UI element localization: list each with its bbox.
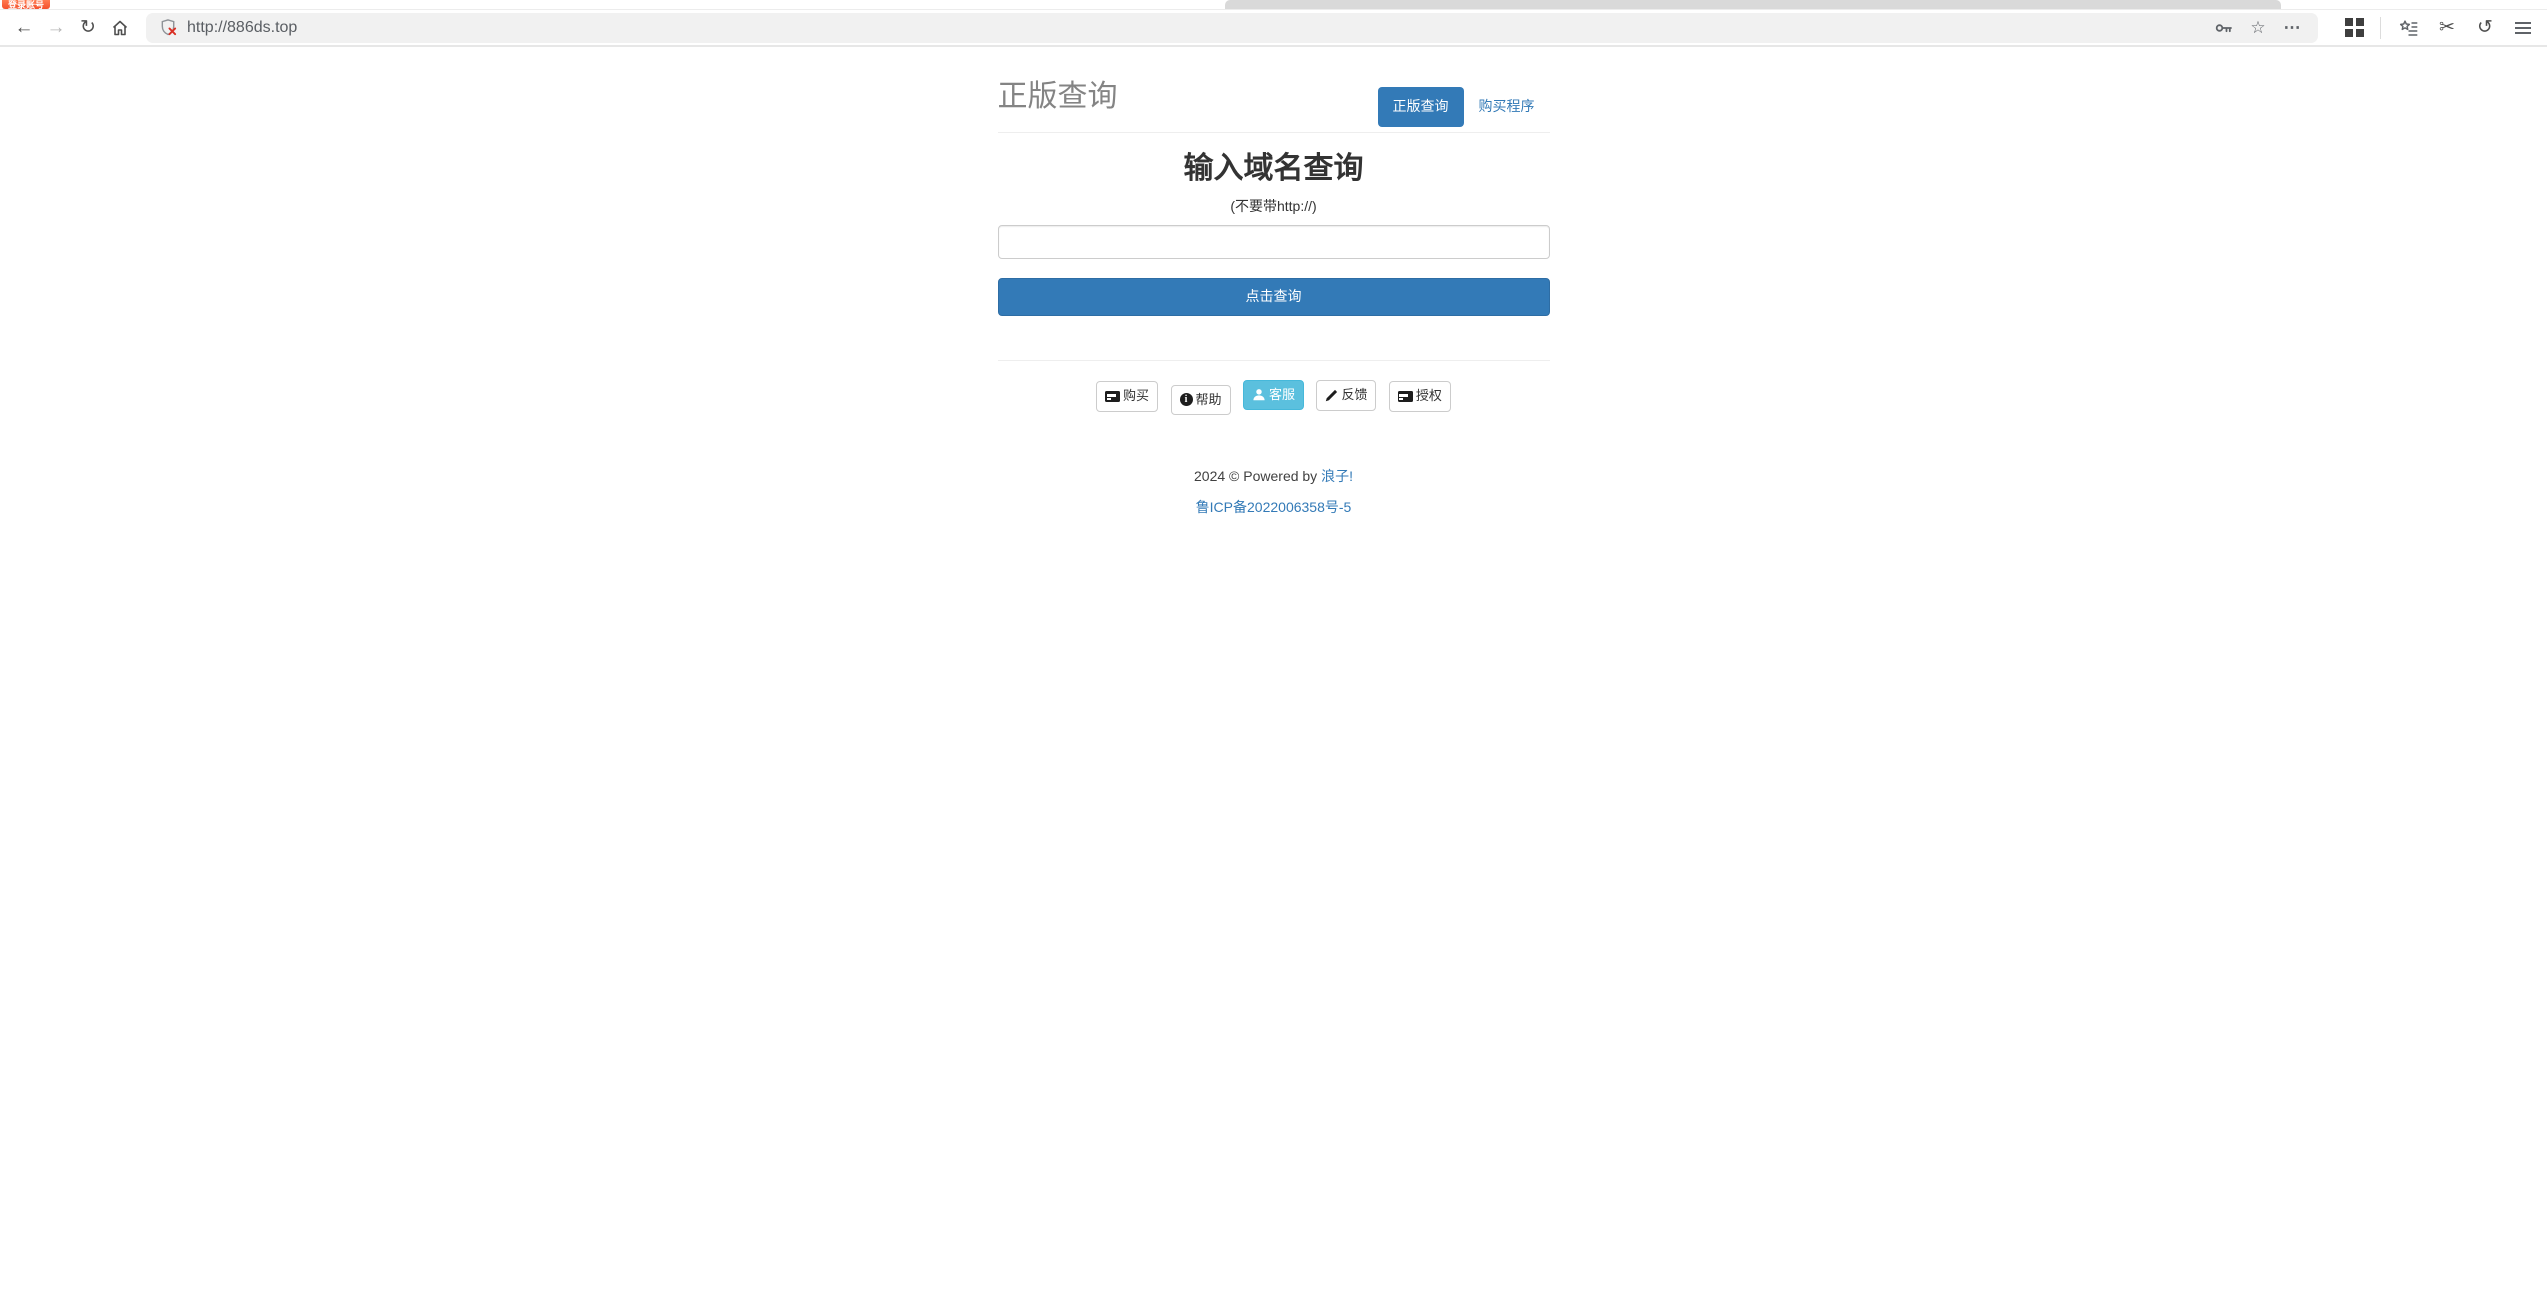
forward-icon[interactable]: → bbox=[40, 13, 72, 43]
security-shield-icon[interactable] bbox=[159, 18, 178, 37]
refresh-icon[interactable]: ↻ bbox=[72, 13, 104, 43]
more-options-icon[interactable]: ⋯ bbox=[2279, 15, 2305, 41]
action-button-row: 购买 i 帮助 客服 bbox=[998, 380, 1550, 415]
apps-grid-icon[interactable] bbox=[2338, 13, 2370, 43]
buy-button-label: 购买 bbox=[1123, 387, 1149, 405]
feedback-button[interactable]: 反馈 bbox=[1316, 380, 1376, 410]
page-viewport: 正版查询 正版查询 购买程序 输入域名查询 (不要带http://) 点击查询 … bbox=[0, 47, 2547, 1314]
browser-toolbar: ← → ↻ http://886ds.top ☆ ⋯ bbox=[0, 9, 2547, 47]
content-container: 正版查询 正版查询 购买程序 输入域名查询 (不要带http://) 点击查询 … bbox=[998, 47, 1550, 517]
back-icon[interactable]: ← bbox=[8, 13, 40, 43]
undo-history-icon[interactable]: ↺ bbox=[2469, 13, 2501, 43]
author-link[interactable]: 浪子! bbox=[1321, 468, 1353, 484]
icp-link[interactable]: 鲁ICP备2022006358号-5 bbox=[1196, 499, 1352, 515]
authorize-button[interactable]: 授权 bbox=[1389, 381, 1451, 411]
browser-tab-strip: 登录账号 bbox=[0, 0, 2547, 9]
page-title: 正版查询 bbox=[998, 71, 1118, 115]
feedback-button-label: 反馈 bbox=[1341, 386, 1367, 404]
home-icon[interactable] bbox=[104, 13, 136, 43]
menu-hamburger-icon[interactable] bbox=[2507, 13, 2539, 43]
icp-line: 鲁ICP备2022006358号-5 bbox=[998, 497, 1550, 517]
tab-genuine-query[interactable]: 正版查询 bbox=[1378, 87, 1464, 127]
apps-grid-glyph bbox=[2345, 18, 2364, 37]
bookmark-star-icon[interactable]: ☆ bbox=[2245, 15, 2271, 41]
page-header: 正版查询 正版查询 购买程序 bbox=[998, 71, 1550, 133]
page-footer: 2024 © Powered by 浪子! 鲁ICP备2022006358号-5 bbox=[998, 466, 1550, 517]
domain-input[interactable] bbox=[998, 225, 1550, 259]
help-button-label: 帮助 bbox=[1196, 391, 1222, 409]
url-bar[interactable]: http://886ds.top ☆ ⋯ bbox=[146, 13, 2318, 43]
query-submit-button[interactable]: 点击查询 bbox=[998, 278, 1550, 316]
copyright-text: 2024 © Powered by bbox=[1194, 468, 1321, 484]
password-key-icon[interactable] bbox=[2211, 15, 2237, 41]
toolbar-divider bbox=[2380, 17, 2381, 39]
authorize-button-label: 授权 bbox=[1416, 387, 1442, 405]
inactive-tab-strip bbox=[1225, 0, 2281, 9]
help-button[interactable]: i 帮助 bbox=[1171, 385, 1231, 415]
reading-list-icon[interactable] bbox=[2393, 13, 2425, 43]
screenshot-scissors-icon[interactable]: ✂ bbox=[2431, 13, 2463, 43]
query-heading: 输入域名查询 bbox=[998, 152, 1550, 185]
nav-pills: 正版查询 购买程序 bbox=[1378, 87, 1550, 127]
toolbar-right-icons: ✂ ↺ bbox=[2332, 13, 2539, 43]
customer-service-label: 客服 bbox=[1269, 386, 1295, 404]
home-icon-glyph bbox=[110, 18, 130, 38]
credit-card-icon bbox=[1105, 391, 1120, 402]
pencil-icon bbox=[1325, 389, 1338, 402]
query-note: (不要带http://) bbox=[998, 196, 1550, 216]
customer-service-button[interactable]: 客服 bbox=[1243, 380, 1304, 410]
login-account-badge[interactable]: 登录账号 bbox=[2, 0, 50, 9]
info-icon: i bbox=[1180, 393, 1193, 406]
section-divider bbox=[998, 360, 1550, 361]
credit-card-icon bbox=[1398, 391, 1413, 402]
user-icon bbox=[1252, 388, 1266, 402]
tab-buy-program[interactable]: 购买程序 bbox=[1464, 87, 1550, 127]
buy-button[interactable]: 购买 bbox=[1096, 381, 1158, 411]
copyright-line: 2024 © Powered by 浪子! bbox=[998, 466, 1550, 486]
url-text: http://886ds.top bbox=[187, 19, 2203, 37]
